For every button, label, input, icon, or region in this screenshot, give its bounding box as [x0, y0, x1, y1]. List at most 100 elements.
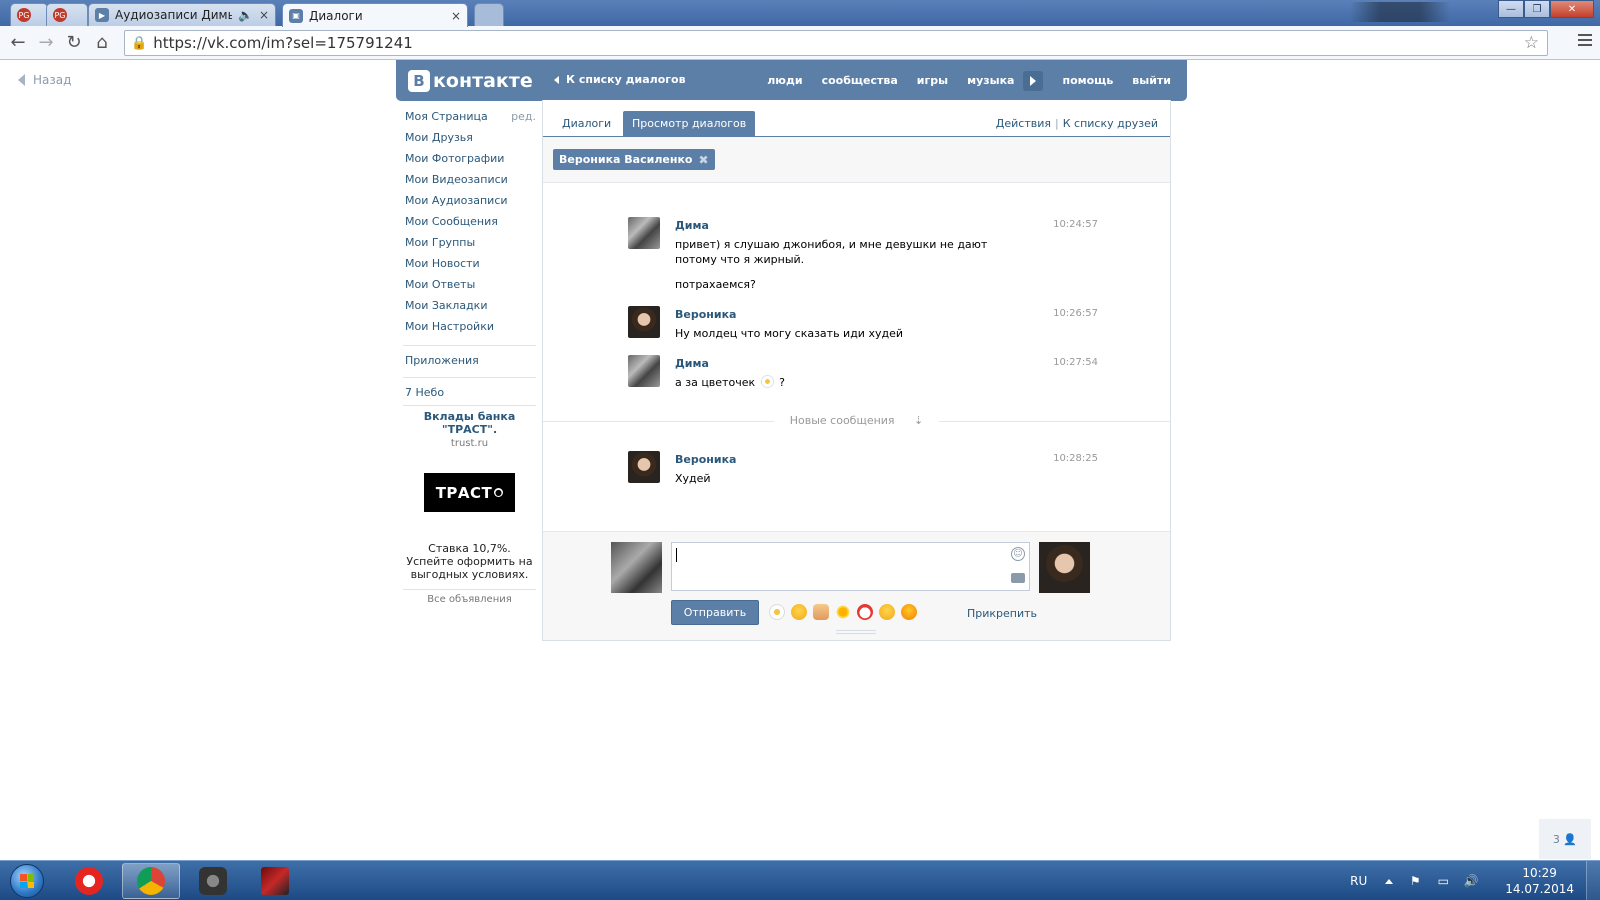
browser-tab-audio[interactable]: ▶ Аудиозаписи Димы П 🔈 ×: [88, 3, 276, 26]
url-text: https://vk.com/im?sel=175791241: [153, 34, 413, 52]
address-bar[interactable]: 🔒 https://vk.com/im?sel=175791241 ☆: [124, 30, 1548, 56]
message-time[interactable]: 10:24:57: [1053, 219, 1098, 230]
my-avatar[interactable]: [611, 542, 662, 593]
browser-tab-dialogs[interactable]: ▣ Диалоги ×: [282, 3, 468, 27]
menu-app-7nebo[interactable]: 7 Небо: [403, 386, 536, 405]
menu-answers[interactable]: Мои Ответы: [403, 278, 536, 299]
message-text: привет) я слушаю джонибоя, и мне девушки…: [675, 237, 1025, 292]
nav-logout[interactable]: выйти: [1132, 74, 1171, 87]
menu-messages[interactable]: Мои Сообщения: [403, 215, 536, 236]
action-center-flag-icon[interactable]: ⚑: [1407, 874, 1423, 888]
menu-settings[interactable]: Мои Настройки: [403, 320, 536, 341]
browser-menu-icon[interactable]: [1578, 34, 1592, 49]
tab-dialogs[interactable]: Диалоги: [553, 111, 620, 136]
minimize-button[interactable]: —: [1498, 0, 1524, 18]
laughing-emoji-icon[interactable]: [791, 604, 807, 620]
camera-icon[interactable]: [1011, 573, 1025, 583]
to-friends-link[interactable]: К списку друзей: [1063, 117, 1158, 130]
nav-games[interactable]: игры: [917, 74, 948, 87]
taskbar-world-of-tanks[interactable]: [184, 863, 242, 899]
tab-view-dialogs[interactable]: Просмотр диалогов: [623, 111, 756, 136]
thumbs-up-emoji-icon[interactable]: [813, 604, 829, 620]
close-window-button[interactable]: ✕: [1550, 0, 1594, 18]
menu-news[interactable]: Мои Новости: [403, 257, 536, 278]
back-to-dialogs-link[interactable]: К списку диалогов: [554, 73, 686, 86]
language-indicator[interactable]: RU: [1350, 874, 1367, 888]
remove-peer-icon[interactable]: ✖: [698, 153, 708, 167]
resize-grip[interactable]: [836, 630, 876, 634]
start-button[interactable]: [4, 863, 50, 899]
maximize-button[interactable]: ❐: [1524, 0, 1550, 18]
browser-tab-1[interactable]: PG: [10, 3, 48, 26]
back-link[interactable]: Назад: [18, 73, 71, 87]
reload-icon[interactable]: ↻: [60, 29, 88, 57]
vk-audio-favicon-icon: ▶: [95, 8, 109, 22]
nav-communities[interactable]: сообщества: [822, 74, 898, 87]
tab-close-icon[interactable]: ×: [451, 9, 461, 23]
trust-logo[interactable]: ТРАСТ ●: [424, 473, 515, 512]
menu-friends[interactable]: Мои Друзья: [403, 131, 536, 152]
chicken-emoji-icon[interactable]: [857, 604, 873, 620]
show-hidden-icons-icon[interactable]: [1385, 878, 1394, 884]
send-button[interactable]: Отправить: [671, 600, 759, 625]
message-author[interactable]: Дима: [675, 357, 709, 370]
online-counter[interactable]: 3 👤: [1539, 819, 1591, 859]
taskbar-yandex[interactable]: [60, 863, 118, 899]
menu-photos[interactable]: Мои Фотографии: [403, 152, 536, 173]
menu-videos[interactable]: Мои Видеозаписи: [403, 173, 536, 194]
edit-link[interactable]: ред.: [511, 110, 536, 123]
menu-audio[interactable]: Мои Аудиозаписи: [403, 194, 536, 215]
message-time[interactable]: 10:28:25: [1053, 453, 1098, 464]
system-tray: RU ⚑ ▭ 🔊 10:29 14.07.2014: [1350, 861, 1600, 900]
speaker-icon[interactable]: 🔈: [238, 8, 253, 22]
clock[interactable]: 10:29 14.07.2014: [1505, 865, 1574, 897]
ad-block[interactable]: Вклады банка "ТРАСТ". trust.ru ТРАСТ ● Ст…: [403, 410, 536, 605]
network-icon[interactable]: ▭: [1435, 874, 1451, 888]
message-time[interactable]: 10:26:57: [1053, 308, 1098, 319]
message-line: потрахаемся?: [675, 278, 756, 291]
nav-help[interactable]: помощь: [1062, 74, 1113, 87]
menu-my-page[interactable]: Моя Страница ред.: [403, 110, 536, 131]
taskbar-chrome[interactable]: [122, 863, 180, 899]
back-arrow-icon[interactable]: ←: [4, 29, 32, 57]
all-ads-link[interactable]: Все объявления: [403, 589, 536, 605]
menu-bookmarks[interactable]: Мои Закладки: [403, 299, 536, 320]
heart-eyes-emoji-icon[interactable]: [901, 604, 917, 620]
menu-apps[interactable]: Приложения: [403, 354, 536, 373]
ad-title[interactable]: Вклады банка "ТРАСТ".: [403, 410, 536, 436]
actions-link[interactable]: Действия: [996, 117, 1051, 130]
tongue-emoji-icon[interactable]: [879, 604, 895, 620]
message-author[interactable]: Вероника: [675, 308, 736, 321]
flower-emoji-icon[interactable]: [769, 604, 785, 620]
menu-divider: [403, 405, 536, 406]
message-author[interactable]: Вероника: [675, 453, 736, 466]
sun-emoji-icon[interactable]: [835, 604, 851, 620]
bookmark-star-icon[interactable]: ☆: [1524, 33, 1539, 53]
music-play-icon[interactable]: [1023, 70, 1044, 91]
menu-groups[interactable]: Мои Группы: [403, 236, 536, 257]
message-time[interactable]: 10:27:54: [1053, 357, 1098, 368]
smiley-icon[interactable]: ☺: [1011, 547, 1025, 561]
nav-people[interactable]: люди: [767, 74, 802, 87]
avatar[interactable]: [628, 451, 660, 483]
forward-arrow-icon[interactable]: →: [32, 29, 60, 57]
text-caret: [676, 548, 677, 562]
tab-close-icon[interactable]: ×: [259, 8, 269, 22]
avatar[interactable]: [628, 306, 660, 338]
peer-chip[interactable]: Вероника Василенко ✖: [553, 149, 715, 170]
home-icon[interactable]: ⌂: [88, 29, 116, 57]
show-desktop-button[interactable]: [1586, 861, 1600, 900]
taskbar-game[interactable]: [246, 863, 304, 899]
message-input[interactable]: ☺: [671, 542, 1030, 591]
attach-link[interactable]: Прикрепить: [967, 607, 1037, 620]
volume-icon[interactable]: 🔊: [1463, 874, 1479, 888]
dialog-panel: Диалоги Просмотр диалогов Действия | К спи…: [542, 100, 1171, 641]
nav-music[interactable]: музыка: [967, 74, 1014, 87]
avatar[interactable]: [628, 217, 660, 249]
new-tab-button[interactable]: [474, 3, 504, 26]
message-author[interactable]: Дима: [675, 219, 709, 232]
vk-logo[interactable]: B контакте: [408, 69, 533, 92]
browser-tab-2[interactable]: PG: [46, 3, 88, 26]
peer-avatar[interactable]: [1039, 542, 1090, 593]
avatar[interactable]: [628, 355, 660, 387]
